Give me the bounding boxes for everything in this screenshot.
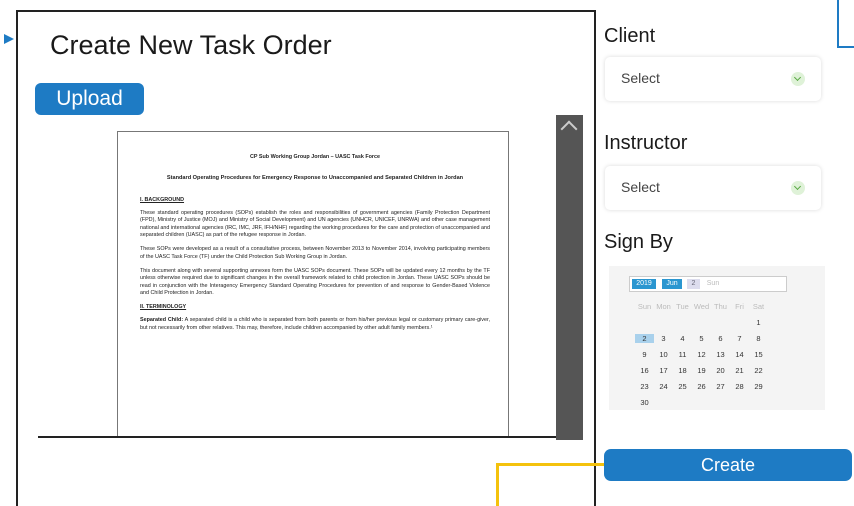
calendar-week-row: 1 — [635, 314, 785, 330]
calendar-day[interactable]: 27 — [711, 382, 730, 391]
calendar-day[interactable]: 22 — [749, 366, 768, 375]
year-selector[interactable]: 2019 — [632, 279, 656, 289]
document-scrollbar[interactable] — [556, 115, 583, 440]
calendar-weekday-header: Thu — [714, 301, 727, 311]
connector-line — [837, 0, 839, 48]
connector-line — [496, 463, 604, 466]
sign-by-label: Sign By — [604, 231, 673, 253]
calendar-day[interactable]: 9 — [635, 350, 654, 359]
calendar-day[interactable]: 25 — [673, 382, 692, 391]
document-paragraph: These SOPs were developed as a result of… — [140, 246, 490, 260]
calendar-day[interactable]: 5 — [692, 334, 711, 343]
weekday-display: Sun — [706, 280, 720, 287]
calendar-weekday-header: Fri — [735, 301, 744, 311]
date-picker[interactable]: 2019 Jun 2 Sun Sun Mon Tue Wed Thu Fri Sat 1 2 3 4… — [609, 266, 825, 410]
calendar-day[interactable]: 26 — [692, 382, 711, 391]
calendar-day[interactable]: 6 — [711, 334, 730, 343]
document-paragraph: These standard operating procedures (SOP… — [140, 210, 490, 239]
calendar-weekday-header: Wed — [693, 301, 710, 311]
calendar-day[interactable]: 23 — [635, 382, 654, 391]
calendar-weekday-header: Sun — [637, 301, 652, 311]
client-label: Client — [604, 25, 656, 47]
instructor-select[interactable]: Select — [605, 166, 821, 210]
calendar-weekday-header: Tue — [676, 301, 689, 311]
chevron-up-icon[interactable] — [560, 120, 578, 138]
upload-button[interactable]: Upload — [35, 83, 144, 115]
calendar-day[interactable]: 17 — [654, 366, 673, 375]
calendar-day[interactable]: 2 — [635, 333, 654, 343]
calendar-week-row: 2345678 — [635, 330, 785, 346]
connector-line — [496, 464, 499, 506]
date-picker-header: 2019 Jun 2 Sun — [629, 276, 787, 292]
calendar-day[interactable]: 8 — [749, 334, 768, 343]
month-selector[interactable]: Jun — [662, 279, 682, 289]
calendar-day[interactable]: 15 — [749, 350, 768, 359]
document-paragraph: Separated Child: A separated child is a … — [140, 317, 490, 332]
calendar-day[interactable]: 1 — [749, 318, 768, 327]
calendar-day[interactable]: 19 — [692, 366, 711, 375]
calendar-day[interactable]: 28 — [730, 382, 749, 391]
document-paragraph: This document along with several support… — [140, 267, 490, 296]
calendar-week-row: 23 24 25 26 27 28 29 — [635, 378, 785, 394]
calendar-day[interactable]: 3 — [654, 334, 673, 343]
pointer-arrow-icon — [4, 34, 14, 44]
calendar-day[interactable]: 29 — [749, 382, 768, 391]
calendar-week-row: 30 — [635, 394, 785, 410]
calendar-day[interactable]: 14 — [730, 350, 749, 359]
calendar-day[interactable]: 24 — [654, 382, 673, 391]
document-divider — [38, 436, 556, 438]
calendar-grid: Sun Mon Tue Wed Thu Fri Sat 1 2 3 4 5 6 7 8 9 10 11 12 13 14… — [635, 298, 785, 410]
page-title: Create New Task Order — [50, 30, 332, 60]
instructor-select-value: Select — [621, 179, 660, 195]
client-select-value: Select — [621, 70, 660, 86]
calendar-weekday-row: Sun Mon Tue Wed Thu Fri Sat — [635, 298, 785, 314]
calendar-day[interactable]: 4 — [673, 334, 692, 343]
calendar-day[interactable]: 30 — [635, 398, 654, 407]
document-definition: A separated child is a child who is sepa… — [140, 317, 490, 331]
document-content: CP Sub Working Group Jordan – UASC Task … — [140, 154, 490, 339]
document-term: Separated Child: — [140, 317, 184, 324]
calendar-day[interactable]: 7 — [730, 334, 749, 343]
calendar-day[interactable]: 13 — [711, 350, 730, 359]
document-section-heading: I. BACKGROUND — [140, 196, 185, 203]
instructor-label: Instructor — [604, 132, 688, 154]
calendar-day[interactable]: 12 — [692, 350, 711, 359]
calendar-day[interactable]: 16 — [635, 366, 654, 375]
connector-line — [837, 46, 854, 48]
chevron-down-icon — [791, 181, 805, 195]
calendar-day[interactable]: 20 — [711, 366, 730, 375]
chevron-down-icon — [791, 72, 805, 86]
create-button[interactable]: Create — [604, 449, 852, 481]
calendar-day[interactable]: 10 — [654, 350, 673, 359]
calendar-day[interactable]: 18 — [673, 366, 692, 375]
calendar-day[interactable]: 21 — [730, 366, 749, 375]
document-page[interactable]: CP Sub Working Group Jordan – UASC Task … — [117, 131, 509, 437]
document-section-heading: II. TERMINOLOGY — [140, 304, 187, 311]
calendar-weekday-header: Sat — [752, 301, 765, 311]
document-subtitle: Standard Operating Procedures for Emerge… — [166, 175, 464, 182]
document-header: CP Sub Working Group Jordan – UASC Task … — [250, 154, 380, 160]
calendar-day[interactable]: 11 — [673, 350, 692, 359]
calendar-week-row: 16 17 18 19 20 21 22 — [635, 362, 785, 378]
client-select[interactable]: Select — [605, 57, 821, 101]
day-selector[interactable]: 2 — [687, 279, 700, 289]
calendar-weekday-header: Mon — [656, 301, 671, 311]
calendar-week-row: 9 10 11 12 13 14 15 — [635, 346, 785, 362]
